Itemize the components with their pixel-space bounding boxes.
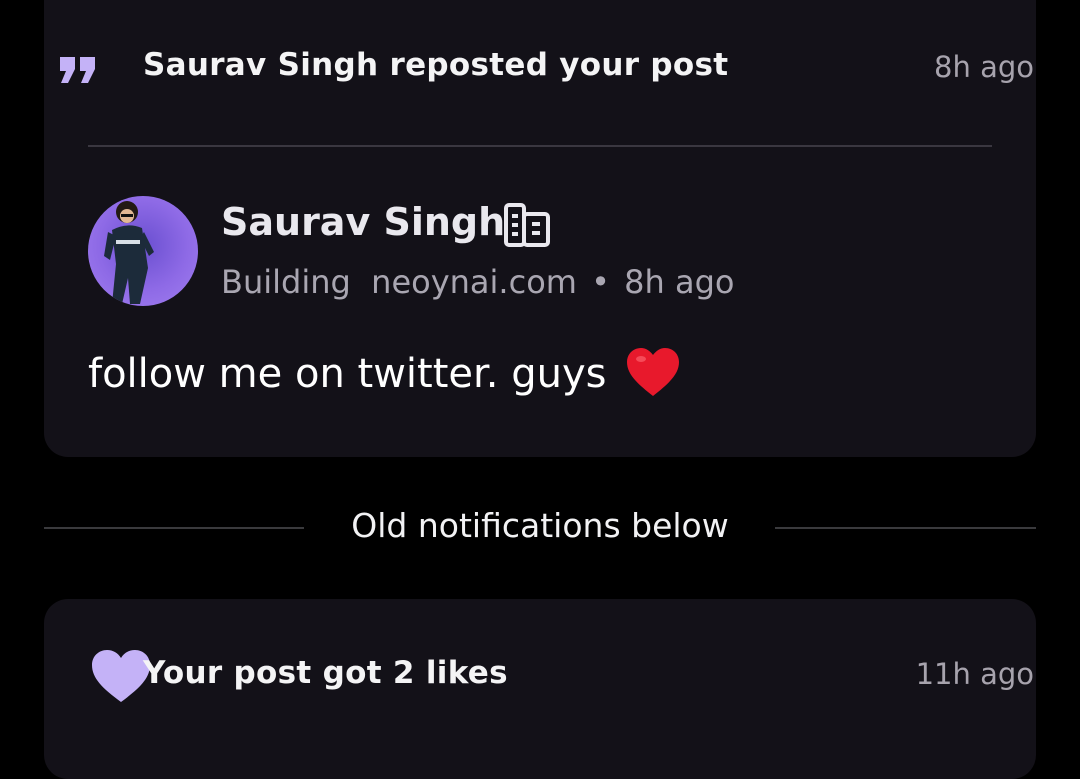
like-notification-text: Your post got 2 likes [143,655,508,691]
like-notification-time: 11h ago [915,657,1034,691]
building-icon [504,203,550,247]
quote-icon [60,57,95,83]
separator-dot: • [591,263,610,301]
author-headline: Building neoynai.com [221,263,577,301]
old-notifications-label: Old notifications below [351,506,729,545]
post-author-name[interactable]: Saurav Singh [221,200,505,244]
red-heart-emoji [627,348,680,396]
post-author-subtitle: Building neoynai.com • 8h ago [221,263,734,301]
notification-divider [88,145,992,147]
separator-line-right [775,527,1036,529]
post-text: follow me on twitter. guys [88,351,607,397]
notification-text: Saurav Singh reposted your post [143,47,729,83]
avatar-illustration [104,201,154,304]
avatar[interactable] [88,196,198,306]
post-body[interactable]: follow me on twitter. guys [88,348,681,402]
notification-time: 8h ago [934,50,1034,84]
post-time: 8h ago [624,263,735,301]
